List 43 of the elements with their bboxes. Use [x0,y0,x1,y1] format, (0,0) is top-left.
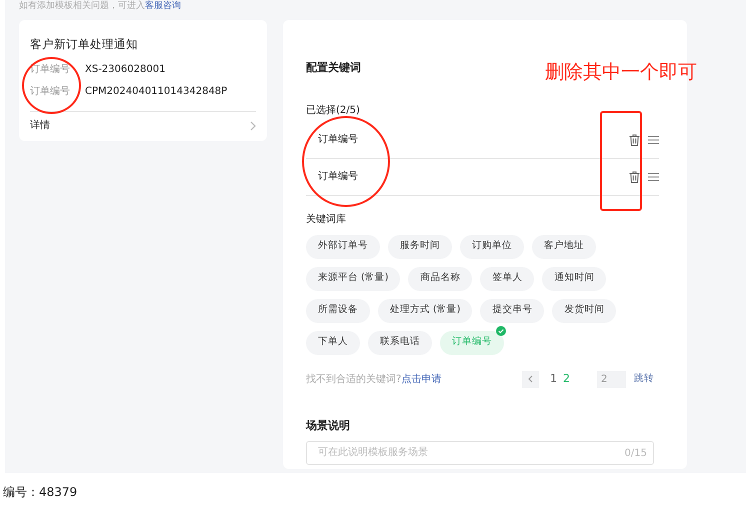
keyword-chip[interactable]: 客户地址 [532,234,596,258]
field-value: XS-2306028001 [85,64,166,76]
character-counter: 0/15 [624,446,647,461]
keyword-chip[interactable]: 下单人 [306,330,360,354]
keyword-chip[interactable]: 提交串号 [480,298,544,322]
selected-keyword: 订单编号 [318,132,359,147]
delete-icon[interactable] [629,134,640,146]
keyword-chip[interactable]: 所需设备 [306,298,370,322]
annotation-circle [22,57,81,114]
page-button[interactable]: 1 [547,370,560,388]
annotation-text: 删除其中一个即可 [545,60,697,85]
previous-page-button[interactable] [522,370,539,388]
keyword-chip[interactable]: 联系电话 [368,330,432,354]
drag-handle-icon[interactable] [648,172,659,180]
id-label: 编号：48379 [2,484,78,501]
card-title: 客户新订单处理通知 [30,36,139,53]
keyword-chip[interactable]: 处理方式 (常量) [378,298,472,322]
jump-button[interactable]: 跳转 [634,372,654,386]
chevron-icon [250,120,256,131]
keyword-chip[interactable]: 发货时间 [552,298,616,322]
library-label: 关键词库 [306,212,347,226]
check-icon [496,326,506,336]
selected-count: 已选择(2/5) [306,104,361,118]
section-title: 场景说明 [306,418,351,433]
delete-icon[interactable] [629,170,640,182]
selected-keyword: 订单编号 [318,170,359,184]
keyword-chip[interactable]: 服务时间 [388,234,452,258]
keyword-chip[interactable]: 商品名称 [408,266,472,290]
keyword-chip[interactable]: 通知时间 [542,266,606,290]
support-link[interactable]: 客服咨询 [145,1,181,11]
keyword-chip[interactable]: 订购单位 [460,234,524,258]
apply-link[interactable]: 点击申请 [401,372,442,386]
drag-handle-icon[interactable] [648,136,659,144]
help-text: 找不到合适的关键词? [306,372,402,386]
chevron-left-icon [528,375,533,383]
field-value: CPM202404011014342848P [85,86,228,98]
notice-text: 如有添加模板相关问题，可进入客服咨询 [19,0,182,12]
section-title: 配置关键词 [306,60,361,76]
keyword-chip[interactable]: 外部订单号 [306,234,380,258]
field-label: 订单编号 [30,84,71,100]
keyword-chip[interactable]: 来源平台 (常量) [306,266,400,290]
details-link[interactable]: 详情 [30,118,50,134]
keyword-chip[interactable]: 签单人 [480,266,534,290]
